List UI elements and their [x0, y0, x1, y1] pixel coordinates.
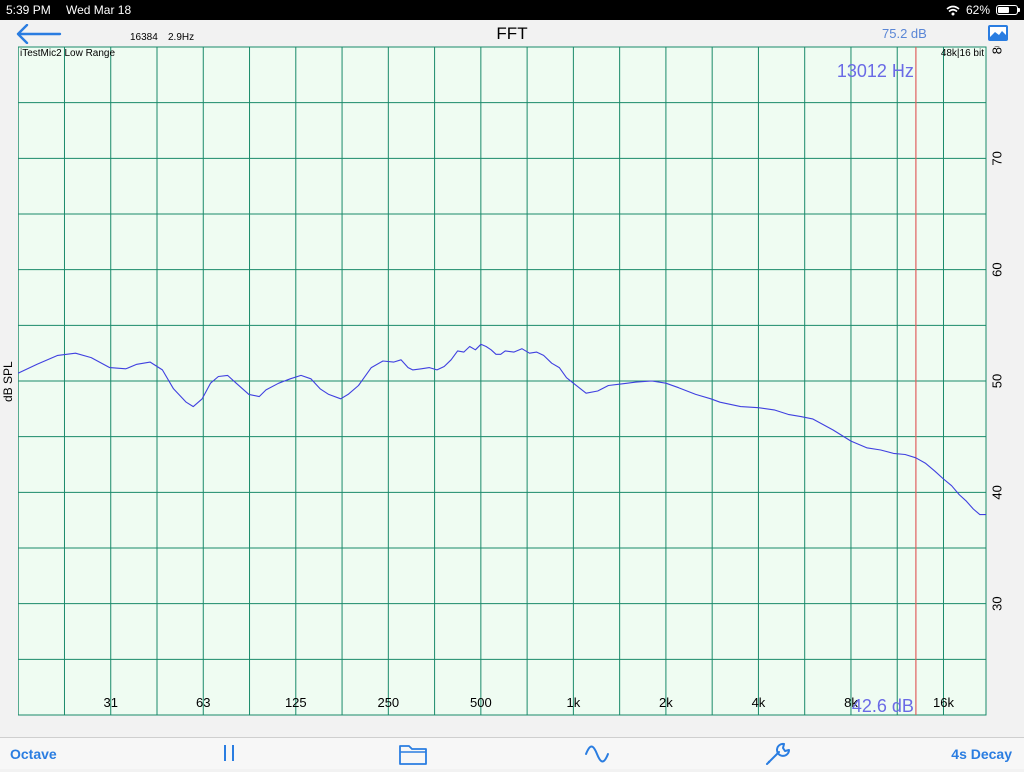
- battery-percent: 62%: [965, 3, 990, 17]
- y-axis-label: dB SPL: [1, 361, 15, 402]
- graph-settings-button[interactable]: [987, 24, 1009, 42]
- y-tick-label: 70: [989, 151, 1004, 165]
- settings-button[interactable]: [764, 741, 794, 772]
- status-right: 62%: [946, 3, 1020, 17]
- x-tick-label: 63: [196, 695, 210, 710]
- x-tick-label: 16k: [933, 695, 954, 710]
- pause-button[interactable]: [221, 744, 237, 767]
- x-tick-label: 1k: [567, 695, 581, 710]
- y-tick-label: 60: [989, 262, 1004, 276]
- x-tick-label: 250: [377, 695, 399, 710]
- waveform-button[interactable]: [584, 744, 610, 769]
- octave-button[interactable]: Octave: [10, 746, 57, 762]
- wifi-icon: [946, 5, 960, 15]
- level-readout: 75.2 dB: [882, 26, 927, 41]
- x-tick-label: 31: [104, 695, 118, 710]
- x-tick-label: 500: [470, 695, 492, 710]
- decay-button[interactable]: 4s Decay: [951, 746, 1012, 762]
- fft-resolution: 2.9Hz: [168, 32, 195, 43]
- x-tick-label: 125: [285, 695, 307, 710]
- battery-icon: [996, 5, 1020, 15]
- battery-fill: [998, 7, 1010, 13]
- folder-button[interactable]: [398, 742, 428, 771]
- x-tick-label: 2k: [659, 695, 673, 710]
- status-date: Wed Mar 18: [66, 3, 132, 17]
- y-tick-label: 30: [989, 596, 1004, 610]
- input-source-label: iTestMic2 Low Range: [20, 48, 115, 59]
- x-tick-label: 4k: [752, 695, 766, 710]
- sine-wave-icon: [585, 745, 609, 763]
- fft-chart[interactable]: 31 63 125 250 500 1k 2k 4k 8k 16k304050607080iTes…: [17, 40, 1006, 716]
- bottom-toolbar: Octave 4s Decay: [0, 737, 1024, 769]
- y-tick-label: 80: [989, 46, 1004, 54]
- wrench-icon: [766, 742, 790, 765]
- sample-format-label: 48k|16 bit: [941, 48, 984, 59]
- fft-plot[interactable]: 31 63 125 250 500 1k 2k 4k 8k 16k 30 40 50 60 70 80 iTes…: [17, 40, 1006, 716]
- y-tick-label: 50: [989, 374, 1004, 388]
- fft-size: 16384: [130, 32, 158, 43]
- folder-icon: [399, 745, 427, 765]
- cursor-level-readout: 42.6 dB: [852, 696, 914, 716]
- status-bar: 5:39 PM Wed Mar 18 62%: [0, 0, 1024, 20]
- pause-icon: [224, 745, 234, 761]
- y-tick-label: 40: [989, 485, 1004, 499]
- chart-image-icon: [988, 25, 1008, 41]
- status-time: 5:39 PM: [6, 3, 51, 17]
- cursor-frequency-readout: 13012 Hz: [837, 61, 914, 81]
